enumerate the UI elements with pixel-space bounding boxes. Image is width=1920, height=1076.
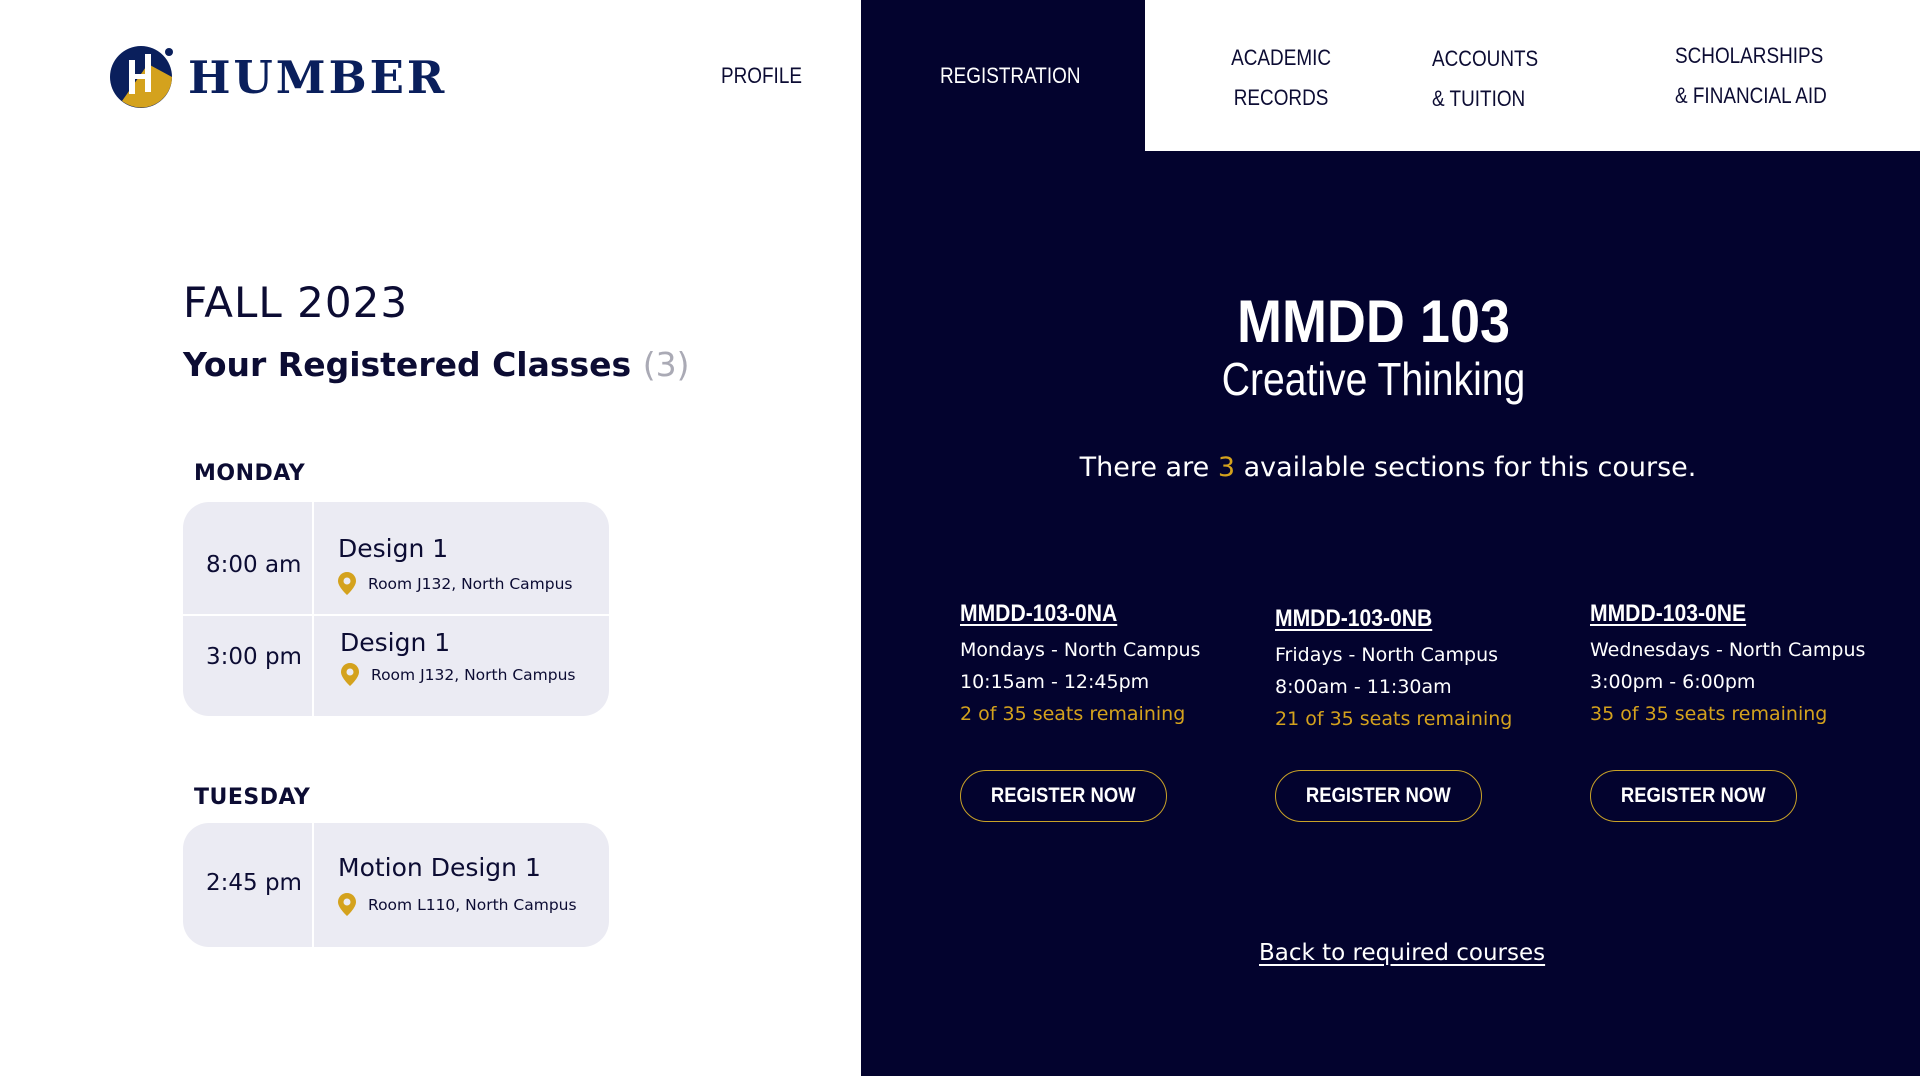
class-location-text: Room J132, North Campus xyxy=(368,574,573,593)
card-column-divider xyxy=(312,823,314,947)
section-seats: 35 of 35 seats remaining xyxy=(1590,703,1828,725)
register-now-button-0na[interactable]: REGISTER NOW xyxy=(960,770,1167,822)
section-time: 10:15am - 12:45pm xyxy=(960,671,1150,693)
location-pin-icon xyxy=(341,663,359,686)
section-days: Fridays - North Campus xyxy=(1275,644,1499,666)
class-location-text: Room L110, North Campus xyxy=(368,895,577,914)
schedule-card-tuesday: 2:45 pm Motion Design 1 Room L110, North… xyxy=(183,823,609,947)
card-row-divider xyxy=(183,614,609,616)
course-code: MMDD 103 xyxy=(1236,288,1511,355)
section-seats: 2 of 35 seats remaining xyxy=(960,703,1186,725)
day-label-tuesday: TUESDAY xyxy=(194,785,311,810)
nav-accounts-line1: ACCOUNTS xyxy=(1432,46,1539,71)
section-days: Wednesdays - North Campus xyxy=(1590,639,1866,661)
location-pin-icon xyxy=(338,572,356,595)
section-time: 3:00pm - 6:00pm xyxy=(1590,671,1756,693)
section-id-link[interactable]: MMDD-103-0NB xyxy=(1275,605,1539,633)
class-time: 2:45 pm xyxy=(206,870,302,896)
class-name[interactable]: Motion Design 1 xyxy=(338,853,541,882)
register-now-button-0ne[interactable]: REGISTER NOW xyxy=(1590,770,1797,822)
register-now-label: REGISTER NOW xyxy=(1621,784,1766,807)
section-id-link[interactable]: MMDD-103-0NE xyxy=(1590,600,1854,628)
nav-academic-records[interactable]: ACADEMIC RECORDS xyxy=(1231,38,1331,118)
section-days: Mondays - North Campus xyxy=(960,639,1201,661)
nav-accounts-tuition[interactable]: ACCOUNTS & TUITION xyxy=(1432,39,1538,119)
section-seats: 21 of 35 seats remaining xyxy=(1275,708,1513,730)
registered-classes-title: Your Registered Classes (3) xyxy=(183,345,689,384)
class-time: 3:00 pm xyxy=(206,644,302,670)
sections-available-message: There are 3 available sections for this … xyxy=(1030,452,1746,483)
nav-academic-line1: ACADEMIC xyxy=(1231,45,1331,70)
nav-registration-label: REGISTRATION xyxy=(940,63,1081,88)
location-pin-icon xyxy=(338,893,356,916)
nav-scholarships[interactable]: SCHOLARSHIPS & FINANCIAL AID xyxy=(1675,36,1827,116)
class-location-text: Room J132, North Campus xyxy=(371,665,576,684)
class-location: Room J132, North Campus xyxy=(341,663,576,686)
nav-scholarships-line1: SCHOLARSHIPS xyxy=(1675,43,1824,68)
back-to-required-courses-link[interactable]: Back to required courses xyxy=(1259,940,1545,966)
schedule-card-monday: 8:00 am Design 1 Room J132, North Campus… xyxy=(183,502,609,716)
course-detail-panel xyxy=(861,0,1920,1076)
sections-msg-prefix: There are xyxy=(1079,452,1210,483)
section-card: MMDD-103-0NB Fridays - North Campus 8:00… xyxy=(1275,605,1575,735)
humber-logo-icon xyxy=(110,46,173,108)
sections-count: 3 xyxy=(1217,452,1236,483)
class-name[interactable]: Design 1 xyxy=(340,628,450,657)
nav-academic-line2: RECORDS xyxy=(1233,85,1329,110)
nav-scholarships-line2: & FINANCIAL AID xyxy=(1675,83,1827,108)
register-now-button-0nb[interactable]: REGISTER NOW xyxy=(1275,770,1482,822)
nav-registration[interactable]: REGISTRATION xyxy=(940,56,1081,96)
card-column-divider xyxy=(312,502,314,716)
class-time: 8:00 am xyxy=(206,552,302,578)
day-label-monday: MONDAY xyxy=(194,461,306,486)
section-id-link[interactable]: MMDD-103-0NA xyxy=(960,600,1224,628)
nav-profile[interactable]: PROFILE xyxy=(721,56,802,96)
class-location: Room J132, North Campus xyxy=(338,572,573,595)
section-card: MMDD-103-0NA Mondays - North Campus 10:1… xyxy=(960,600,1260,730)
course-name: Creative Thinking xyxy=(1221,353,1526,405)
sections-msg-suffix: available sections for this course. xyxy=(1243,452,1697,483)
class-location: Room L110, North Campus xyxy=(338,893,577,916)
humber-wordmark: HUMBER xyxy=(188,50,448,104)
term-heading: FALL 2023 xyxy=(183,278,409,327)
registered-classes-count: (3) xyxy=(642,345,690,384)
class-name[interactable]: Design 1 xyxy=(338,534,448,563)
section-time: 8:00am - 11:30am xyxy=(1275,676,1452,698)
nav-accounts-line2: & TUITION xyxy=(1432,86,1526,111)
register-now-label: REGISTER NOW xyxy=(1306,784,1451,807)
section-card: MMDD-103-0NE Wednesdays - North Campus 3… xyxy=(1590,600,1890,730)
nav-profile-label: PROFILE xyxy=(721,63,802,88)
registered-classes-label: Your Registered Classes xyxy=(183,345,632,384)
register-now-label: REGISTER NOW xyxy=(991,784,1136,807)
humber-logo[interactable]: HUMBER xyxy=(108,44,447,110)
